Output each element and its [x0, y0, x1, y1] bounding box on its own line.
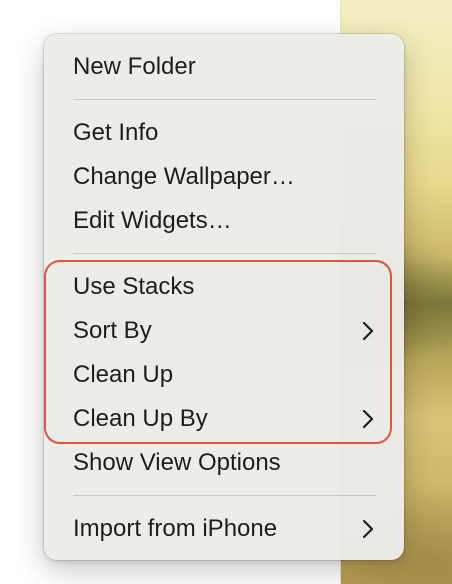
menu-item-label: Clean Up By	[73, 405, 208, 432]
menu-item-get-info[interactable]: Get Info	[44, 111, 404, 155]
menu-separator	[73, 99, 376, 100]
menu-item-change-wallpaper[interactable]: Change Wallpaper…	[44, 155, 404, 199]
chevron-right-icon	[362, 519, 374, 539]
menu-item-edit-widgets[interactable]: Edit Widgets…	[44, 199, 404, 243]
menu-separator	[73, 253, 376, 254]
menu-item-use-stacks[interactable]: Use Stacks	[44, 265, 404, 309]
menu-item-sort-by[interactable]: Sort By	[44, 309, 404, 353]
menu-item-new-folder[interactable]: New Folder	[44, 45, 404, 89]
menu-item-label: Show View Options	[73, 449, 281, 476]
menu-item-label: Get Info	[73, 119, 159, 146]
menu-separator	[73, 495, 376, 496]
menu-item-clean-up[interactable]: Clean Up	[44, 353, 404, 397]
menu-item-label: Use Stacks	[73, 273, 195, 300]
desktop-context-menu: New Folder Get Info Change Wallpaper… Ed…	[44, 34, 404, 560]
menu-item-label: Import from iPhone	[73, 515, 278, 542]
menu-item-label: Sort By	[73, 317, 152, 344]
desktop-screen: New Folder Get Info Change Wallpaper… Ed…	[0, 0, 452, 584]
menu-item-import-from-iphone[interactable]: Import from iPhone	[44, 507, 404, 551]
menu-item-label: Clean Up	[73, 361, 174, 388]
menu-item-label: Change Wallpaper…	[73, 163, 295, 190]
chevron-right-icon	[362, 321, 374, 341]
chevron-right-icon	[362, 409, 374, 429]
menu-item-show-view-options[interactable]: Show View Options	[44, 441, 404, 485]
menu-item-label: New Folder	[73, 53, 196, 80]
menu-item-clean-up-by[interactable]: Clean Up By	[44, 397, 404, 441]
menu-item-label: Edit Widgets…	[73, 207, 232, 234]
